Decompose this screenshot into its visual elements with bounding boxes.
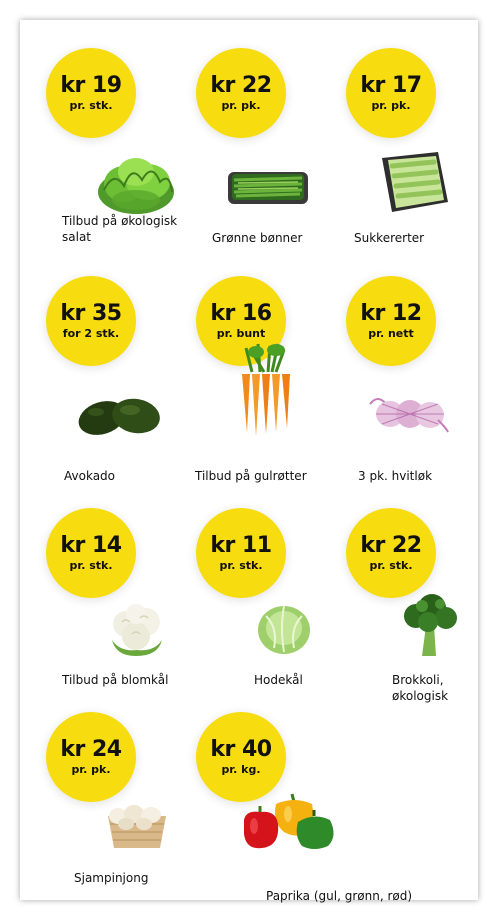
product-name: Tilbud på blomkål — [62, 673, 169, 687]
product-name: 3 pk. hvitløk — [358, 469, 433, 483]
price-unit: pr. pk. — [221, 98, 261, 112]
price: kr 40 — [210, 736, 272, 762]
price-unit: pr. stk. — [369, 558, 413, 572]
price-unit: pr. pk. — [71, 762, 111, 776]
product-name: Hodekål — [254, 673, 303, 687]
product-name: Paprika (gul, grønn, rød) — [266, 889, 413, 903]
offer-item-hvitlok[interactable]: kr 12 pr. nett 3 pk. hvitløk — [324, 266, 474, 483]
price-badge: kr 22 pr. pk. — [196, 48, 286, 138]
offer-item-brokkoli[interactable]: kr 22 pr. stk. Brokkoli, økologisk — [324, 498, 474, 708]
price: kr 35 — [60, 300, 122, 326]
carrots-icon — [242, 343, 290, 436]
offer-item-hodekal[interactable]: kr 11 pr. stk. Hodekål — [174, 498, 324, 708]
price-badge: kr 40 pr. kg. — [196, 712, 286, 802]
offer-item-sukkererter[interactable]: kr 17 pr. pk. Sukkererter — [324, 38, 474, 248]
price-unit: pr. pk. — [371, 98, 411, 112]
price-unit: pr. kg. — [221, 762, 261, 776]
offer-item-sjampinjong[interactable]: kr 24 pr. pk. Sjampinjong — [24, 702, 174, 912]
price-badge: kr 17 pr. pk. — [346, 48, 436, 138]
price: kr 12 — [360, 300, 422, 326]
price-badge: kr 12 pr. nett — [346, 276, 436, 366]
price: kr 19 — [60, 72, 122, 98]
offer-item-bonner[interactable]: kr 22 pr. pk. Grønne bønner — [174, 38, 324, 248]
price-unit: pr. stk. — [69, 558, 113, 572]
price-badge: kr 24 pr. pk. — [46, 712, 136, 802]
garlic-icon — [369, 398, 449, 433]
price: kr 17 — [360, 72, 422, 98]
offer-item-blomkal[interactable]: kr 14 pr. stk. Tilbud på blomkål — [24, 498, 174, 708]
bell-peppers-icon — [244, 793, 334, 849]
price-unit: pr. nett — [368, 326, 414, 340]
price: kr 14 — [60, 532, 122, 558]
cabbage-icon — [258, 605, 310, 654]
price-badge: kr 35 for 2 stk. — [46, 276, 136, 366]
price: kr 24 — [60, 736, 122, 762]
broccoli-icon — [404, 594, 457, 656]
price-unit: pr. stk. — [69, 98, 113, 112]
price: kr 22 — [210, 72, 272, 98]
price-badge: kr 22 pr. stk. — [346, 508, 436, 598]
offer-item-salat[interactable]: kr 19 pr. stk. Tilbud på økologisk salat — [24, 38, 177, 248]
offers-card: kr 19 pr. stk. Tilbud på økologisk salat… — [20, 20, 478, 903]
price-unit: pr. stk. — [219, 558, 263, 572]
mushrooms-icon — [108, 805, 166, 848]
product-name: Tilbud på gulrøtter — [195, 469, 307, 483]
price-unit: for 2 stk. — [62, 326, 120, 340]
green-beans-icon — [228, 172, 308, 204]
avocado-icon — [78, 398, 160, 435]
offer-item-gulrotter[interactable]: kr 16 pr. bunt Tilbud på gulrøtter — [174, 266, 324, 483]
price: kr 16 — [210, 300, 272, 326]
offer-item-avokado[interactable]: kr 35 for 2 stk. Avokado — [24, 266, 174, 483]
offer-item-paprika[interactable]: kr 40 pr. kg. Paprika (gul, grønn, rød) — [174, 702, 454, 912]
price-unit: pr. bunt — [216, 326, 266, 340]
sugar-snap-peas-icon — [382, 152, 448, 212]
price-badge: kr 11 pr. stk. — [196, 508, 286, 598]
product-name: Sukkererter — [354, 231, 425, 245]
product-name: Brokkoli, økologisk — [392, 673, 449, 703]
price: kr 22 — [360, 532, 422, 558]
price-badge: kr 14 pr. stk. — [46, 508, 136, 598]
price: kr 11 — [210, 532, 272, 558]
product-name: Sjampinjong — [74, 871, 149, 885]
price-badge: kr 19 pr. stk. — [46, 48, 136, 138]
lettuce-icon — [98, 158, 174, 214]
product-name: Avokado — [64, 469, 115, 483]
cauliflower-icon — [112, 604, 162, 656]
product-name: Grønne bønner — [212, 231, 303, 245]
product-name: Tilbud på økologisk salat — [62, 214, 178, 244]
